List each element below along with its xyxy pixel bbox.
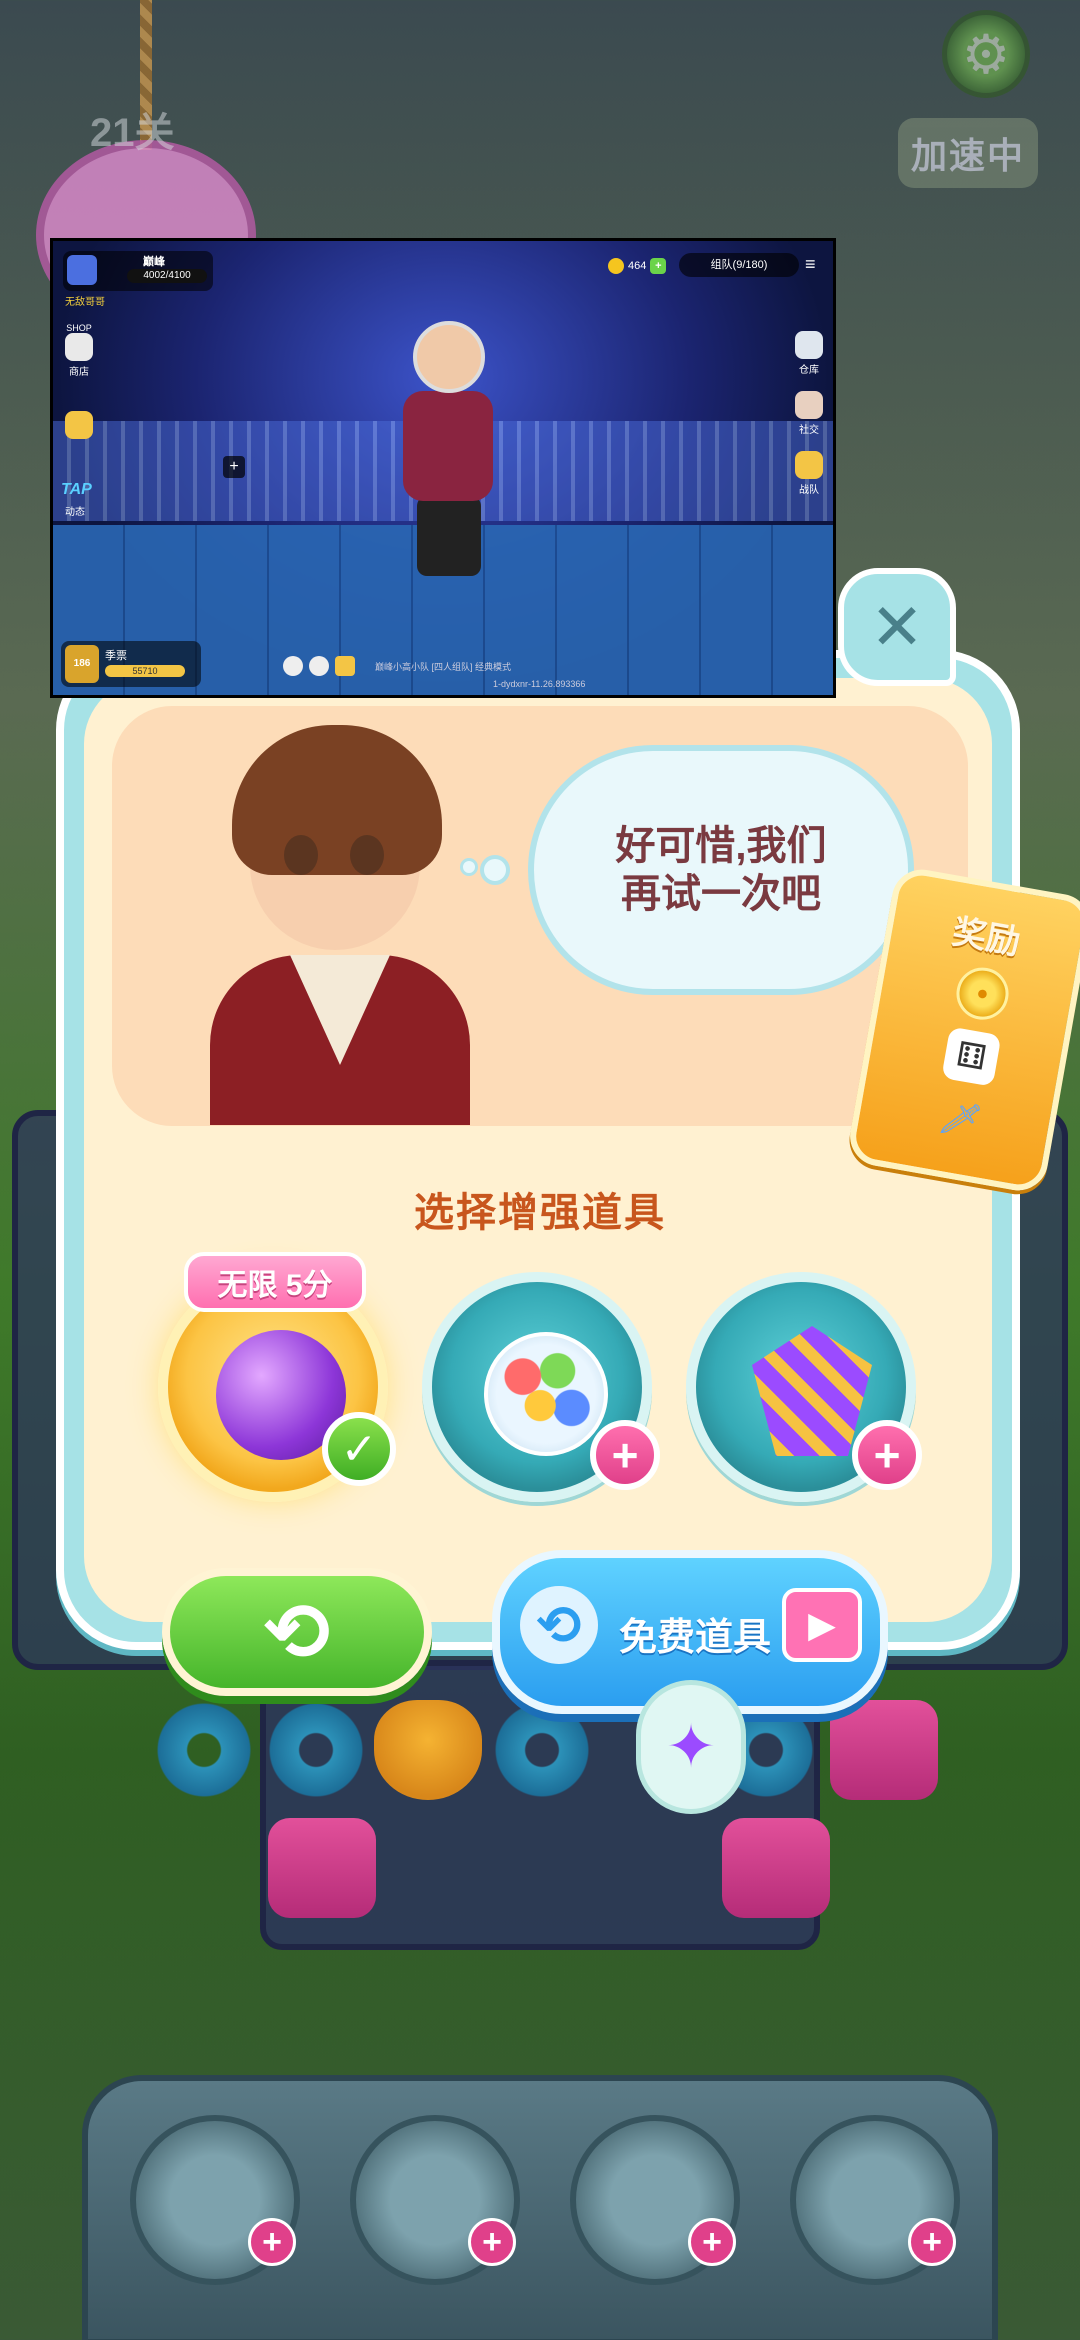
rank-badge: 186 xyxy=(65,645,99,683)
retry-button[interactable]: ⟲ xyxy=(162,1568,432,1696)
gumball-machine-icon xyxy=(484,1332,608,1456)
team-side-label: 战队 xyxy=(799,485,819,496)
flag-icon[interactable] xyxy=(335,656,355,676)
check-icon: ✓ xyxy=(322,1412,396,1486)
rocket-firework-icon xyxy=(752,1326,872,1456)
avatar xyxy=(67,255,97,285)
shop-label: 商店 xyxy=(69,367,89,378)
chat-bar[interactable]: 巅峰小高小队 [四人组队] 经典模式 xyxy=(283,656,511,676)
plus-icon[interactable]: + xyxy=(908,2218,956,2266)
rocket-reward-icon: ✦ xyxy=(636,1680,746,1814)
plus-icon[interactable]: + xyxy=(590,1420,660,1490)
video-overlay[interactable]: 巅峰 4002/4100 无敌哥哥 464 + 组队(9/180) ≡ SHOP… xyxy=(50,238,836,698)
speed-indicator: 加速中 xyxy=(898,118,1038,188)
refresh-icon: ⟲ xyxy=(520,1586,598,1664)
unlimited-badge: 无限 5分 xyxy=(184,1252,366,1312)
add-icon[interactable]: + xyxy=(223,456,245,478)
lightning-icon xyxy=(65,411,93,439)
dice-icon: ⚅ xyxy=(941,1026,1002,1087)
player-subtitle: 无敌哥哥 xyxy=(65,297,105,308)
season-pass[interactable]: 186 季票 55710 xyxy=(61,641,201,687)
close-icon: ✕ xyxy=(870,590,924,663)
plus-icon[interactable]: + xyxy=(650,258,667,274)
version-label: 1-dydxnr-11.26.893366 xyxy=(493,679,586,689)
pink-block-tile[interactable] xyxy=(722,1818,830,1918)
pink-block-tile[interactable] xyxy=(830,1700,938,1800)
choose-boost-title: 选择增强道具 xyxy=(414,1191,666,1235)
free-item-label: 免费道具 xyxy=(618,1617,771,1659)
close-button[interactable]: ✕ xyxy=(838,568,956,686)
donut-tile[interactable] xyxy=(150,1700,258,1800)
bubble-puff xyxy=(480,855,510,885)
team-button[interactable]: 组队(9/180) xyxy=(679,253,799,277)
chat-text: 巅峰小高小队 [四人组队] 经典模式 xyxy=(375,661,512,672)
plus-icon[interactable]: + xyxy=(468,2218,516,2266)
coin-icon xyxy=(608,258,624,274)
warehouse-label: 仓库 xyxy=(799,365,819,376)
season-pass-label: 季票 xyxy=(105,650,127,662)
character-boy xyxy=(210,725,470,1125)
warehouse-icon xyxy=(795,331,823,359)
shop-icon xyxy=(65,333,93,361)
player-card[interactable]: 巅峰 4002/4100 xyxy=(63,251,213,291)
reward-title: 奖励 xyxy=(949,912,1024,963)
player-character xyxy=(393,321,503,581)
sword-icon: 🗡 xyxy=(935,1097,985,1143)
social-button[interactable]: 社交 xyxy=(791,391,827,436)
plus-icon[interactable]: + xyxy=(852,1420,922,1490)
tasks-button[interactable] xyxy=(61,411,97,441)
level-label: 21关 xyxy=(90,111,175,155)
moments-label: 动态 xyxy=(65,507,85,518)
coin-counter[interactable]: 464 + xyxy=(608,258,667,274)
donut-tile[interactable] xyxy=(262,1700,370,1800)
voice-icon[interactable] xyxy=(283,656,303,676)
shop-top-label: SHOP xyxy=(66,323,92,333)
player-name: 巅峰 xyxy=(143,256,165,268)
season-pass-points: 55710 xyxy=(105,665,185,677)
coin-icon: ● xyxy=(952,963,1013,1024)
speech-bubble: 好可惜,我们 再试一次吧 xyxy=(528,745,914,995)
speech-line-1: 好可惜,我们 xyxy=(615,824,827,868)
bubble-puff xyxy=(460,858,478,876)
speaker-icon[interactable] xyxy=(309,656,329,676)
social-label: 社交 xyxy=(799,425,819,436)
tap-logo[interactable]: TAP xyxy=(61,481,92,499)
coin-count: 464 xyxy=(628,260,647,272)
team-side-button[interactable]: 战队 xyxy=(791,451,827,496)
gear-icon[interactable]: ⚙ xyxy=(942,10,1030,98)
retry-icon: ⟲ xyxy=(263,1587,331,1677)
plus-icon[interactable]: + xyxy=(248,2218,296,2266)
shop-button[interactable]: SHOP 商店 xyxy=(61,323,97,378)
player-hp: 4002/4100 xyxy=(127,269,207,283)
social-icon xyxy=(795,391,823,419)
team-icon xyxy=(795,451,823,479)
donut-tile[interactable] xyxy=(488,1700,596,1800)
menu-icon[interactable]: ≡ xyxy=(805,255,816,273)
video-ad-icon: ▶ xyxy=(782,1588,862,1662)
heart-tile[interactable] xyxy=(374,1700,482,1800)
pink-block-tile[interactable] xyxy=(268,1818,376,1918)
speech-line-2: 再试一次吧 xyxy=(621,872,821,916)
plus-icon[interactable]: + xyxy=(688,2218,736,2266)
warehouse-button[interactable]: 仓库 xyxy=(791,331,827,376)
